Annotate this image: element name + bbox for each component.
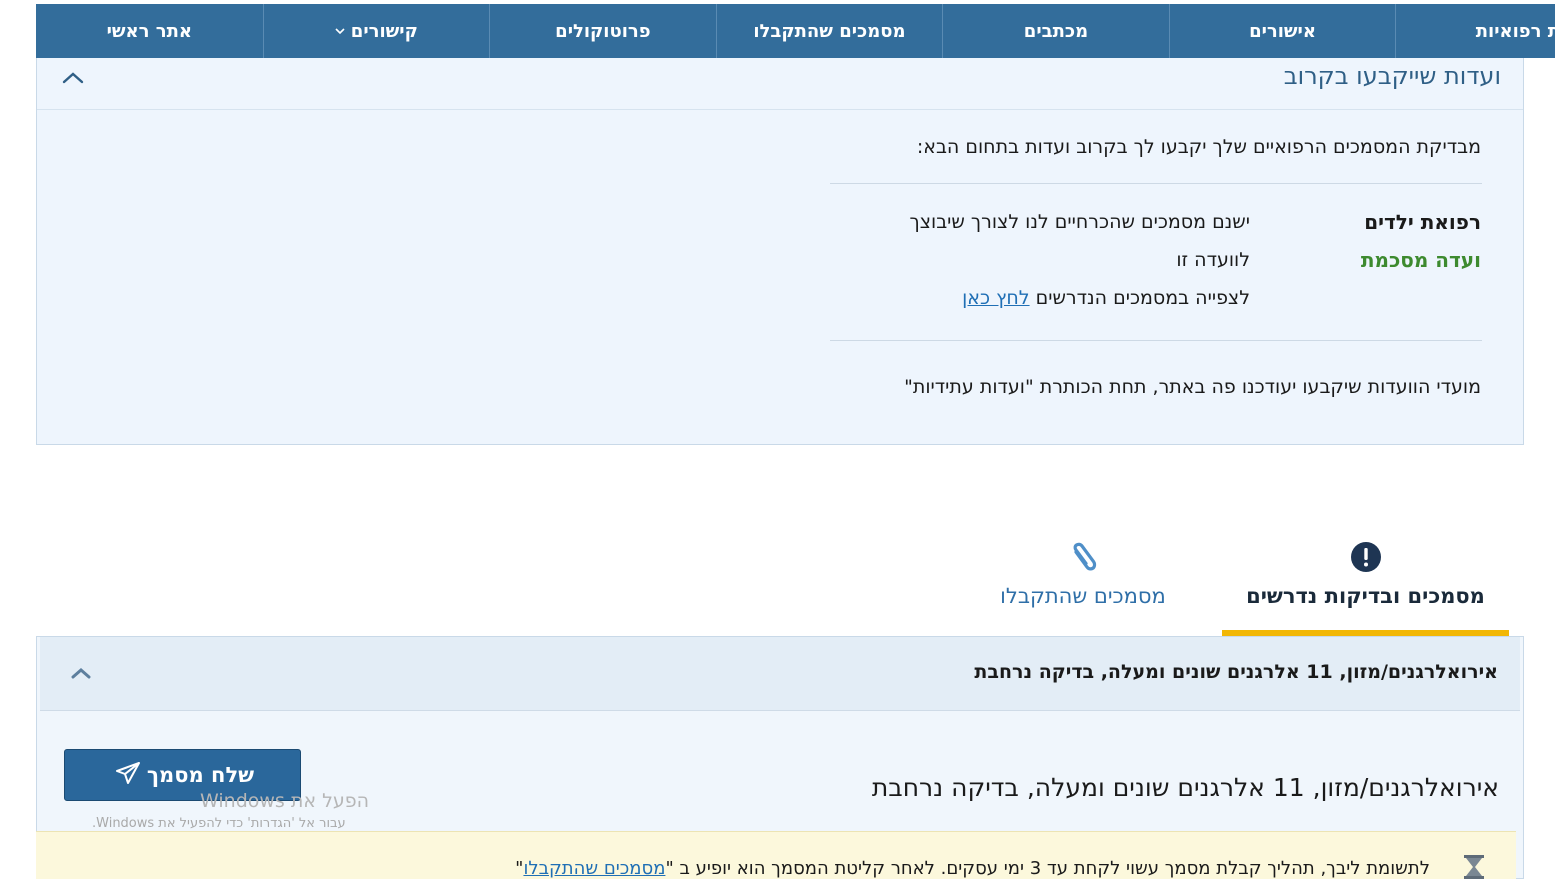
- exclamation-circle-icon: [1222, 540, 1509, 574]
- nav-item-label: מסמכים שהתקבלו: [753, 20, 906, 42]
- nav-item-label: אישורים: [1249, 20, 1316, 42]
- upcoming-footer-text: מועדי הוועדות שיקבעו יעודכנו פה באתר, תח…: [904, 376, 1481, 398]
- divider: [830, 340, 1482, 341]
- windows-activation-watermark: הפעל את Windows: [200, 790, 370, 812]
- upcoming-intro-text: מבדיקת המסמכים הרפואיים שלך יקבעו לך בקר…: [916, 136, 1481, 158]
- tab-label: מסמכים שהתקבלו: [1000, 584, 1166, 608]
- upcoming-committees-header[interactable]: ועדות שייקבעו בקרוב: [37, 58, 1523, 110]
- chevron-down-icon: [335, 24, 345, 39]
- committee-type: ועדה מסכמת: [1360, 248, 1481, 272]
- nav-item-received-documents[interactable]: מסמכים שהתקבלו: [715, 4, 943, 58]
- divider: [830, 183, 1482, 184]
- top-navigation: אתר ראשי קישורים פרוטוקולים מסמכים שהתקב…: [36, 4, 1555, 58]
- received-documents-link[interactable]: מסמכים שהתקבלו: [523, 858, 665, 879]
- tab-required-documents[interactable]: מסמכים ובדיקות נדרשים: [1222, 538, 1509, 636]
- documents-required-line-2: לוועדה זו: [1176, 249, 1250, 271]
- nav-item-links[interactable]: קישורים: [262, 4, 490, 58]
- nav-item-label: קישורים: [350, 20, 418, 42]
- documents-required-line-1: ישנם מסמכים שהכרחיים לנו לצורך שיבוצך: [909, 211, 1250, 233]
- click-here-link[interactable]: לחץ כאן: [962, 287, 1029, 309]
- tab-received-documents[interactable]: מסמכים שהתקבלו: [970, 538, 1196, 636]
- hourglass-icon: [1462, 854, 1486, 879]
- nav-item-label: ועדות רפואיות: [1475, 20, 1555, 42]
- nav-item-label: פרוטוקולים: [555, 20, 651, 42]
- notice-text-prefix: לתשומת ליבך, תהליך קבלת מסמך עשוי לקחת ע…: [665, 858, 1430, 879]
- view-documents-text: לצפייה במסמכים הנדרשים: [1035, 287, 1250, 309]
- upcoming-committees-title: ועדות שייקבעו בקרוב: [1283, 62, 1501, 90]
- nav-item-medical-committees[interactable]: ועדות רפואיות: [1395, 4, 1555, 58]
- required-test-name: אירואלרגנים/מזון, 11 אלרגנים שונים ומעלה…: [871, 773, 1499, 802]
- nav-item-approvals[interactable]: אישורים: [1168, 4, 1396, 58]
- required-test-header[interactable]: אירואלרגנים/מזון, 11 אלרגנים שונים ומעלה…: [40, 637, 1520, 711]
- paperclip-icon: [970, 540, 1196, 574]
- processing-notice: לתשומת ליבך, תהליך קבלת מסמך עשוי לקחת ע…: [36, 831, 1516, 879]
- specialty-name: רפואת ילדים: [1364, 210, 1481, 234]
- send-document-label: שלח מסמך: [146, 763, 255, 787]
- required-test-title: אירואלרגנים/מזון, 11 אלרגנים שונים ומעלה…: [974, 661, 1498, 683]
- upcoming-committees-panel: ועדות שייקבעו בקרוב מבדיקת המסמכים הרפוא…: [36, 58, 1524, 445]
- chevron-up-icon[interactable]: [68, 665, 92, 683]
- nav-item-label: מכתבים: [1023, 20, 1089, 42]
- nav-item-protocols[interactable]: פרוטוקולים: [489, 4, 716, 58]
- chevron-up-icon[interactable]: [61, 66, 85, 90]
- nav-item-letters[interactable]: מכתבים: [942, 4, 1169, 58]
- paper-plane-icon: [111, 761, 141, 790]
- nav-item-home[interactable]: אתר ראשי: [36, 4, 263, 58]
- windows-activation-hint: עבור אל 'הגדרות' כדי להפעיל את Windows.: [92, 816, 346, 831]
- nav-item-label: אתר ראשי: [106, 20, 192, 42]
- tab-label: מסמכים ובדיקות נדרשים: [1246, 584, 1485, 608]
- documents-required-line-3: לצפייה במסמכים הנדרשים לחץ כאן: [962, 287, 1250, 309]
- processing-notice-text: לתשומת ליבך, תהליך קבלת מסמך עשוי לקחת ע…: [515, 858, 1430, 879]
